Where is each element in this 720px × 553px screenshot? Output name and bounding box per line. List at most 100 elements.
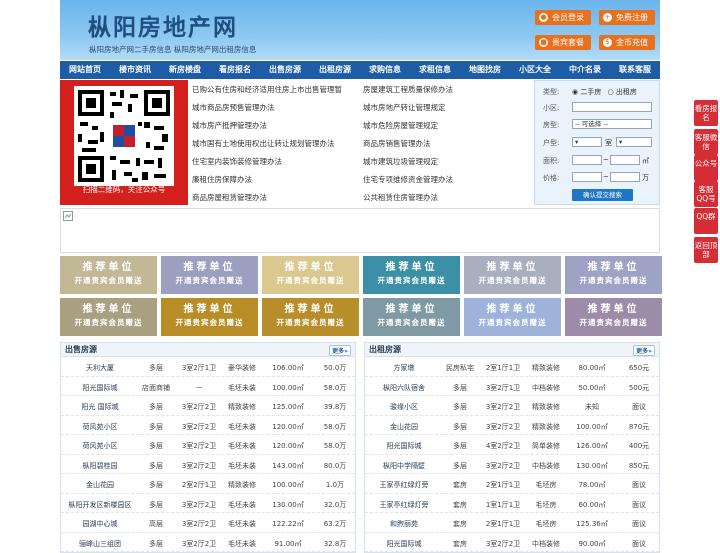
recommended-unit-slot[interactable]: 推荐单位 开通贵宾会员赠送 xyxy=(60,256,157,294)
register-button[interactable]: + 免费注册 xyxy=(599,10,655,25)
side-tab[interactable]: QQ群 xyxy=(694,208,718,234)
listing-name[interactable]: 枞阳中学隔壁 xyxy=(365,461,443,471)
listing-name[interactable]: 阳光国际城 xyxy=(61,383,139,393)
nav-agencies[interactable]: 中介名录 xyxy=(560,61,610,79)
room-select[interactable]: ▾ xyxy=(572,137,602,147)
listing-name[interactable]: 荷风苑小区 xyxy=(61,441,139,451)
listing-name[interactable]: 方家墩 xyxy=(365,363,443,373)
side-tab[interactable]: 看房报名 xyxy=(694,100,718,126)
law-link[interactable]: 住宅专项维修资金管理办法 xyxy=(363,174,453,185)
law-link[interactable]: 已购公有住房和经济适用住房上市出售管理暂 xyxy=(192,84,342,95)
listing-row[interactable]: 方家墩 民房私宅 2室1厅1卫 精致装修 80.00㎡ 650元 xyxy=(365,357,659,377)
listing-row[interactable]: 园湖中心城 高层 3室2厅2卫 毛坯未装 122.22㎡ 63.2万 xyxy=(61,513,355,533)
law-link[interactable]: 商品房屋租赁管理办法 xyxy=(192,192,267,203)
hall-select[interactable]: ▾ xyxy=(616,137,652,147)
side-tab[interactable]: 客服微信 xyxy=(694,129,718,155)
side-tab[interactable]: 客服QQ号 xyxy=(694,181,718,207)
recommended-unit-slot[interactable]: 推荐单位 开通贵宾会员赠送 xyxy=(464,298,561,336)
listing-row[interactable]: 枞阳六队宿舍 多层 3室2厅1卫 中档装修 50.00㎡ 500元 xyxy=(365,377,659,396)
listing-row[interactable]: 枞阳开发区新楼园区 多层 3室2厅2卫 毛坯未装 130.00㎡ 32.0万 xyxy=(61,494,355,513)
listing-row[interactable]: 阳光国际城 多层 4室2厅2卫 简单装修 126.00㎡ 400元 xyxy=(365,435,659,455)
recommended-unit-slot[interactable]: 推荐单位 开通贵宾会员赠送 xyxy=(60,298,157,336)
listing-name[interactable]: 阳光 国际城 xyxy=(61,402,139,412)
recommended-unit-slot[interactable]: 推荐单位 开通贵宾会员赠送 xyxy=(262,256,359,294)
listing-row[interactable]: 阳光国际城 店面商铺 — 毛坯未装 100.00㎡ 58.0万 xyxy=(61,377,355,396)
side-tab[interactable]: 公众号 xyxy=(694,155,718,181)
vip-package-button[interactable]: ■ 贵宾套餐 xyxy=(535,35,591,50)
radio-secondhand[interactable]: ◉ 二手房 xyxy=(572,88,601,96)
rent-more-link[interactable]: 更多» xyxy=(633,345,655,356)
listing-row[interactable]: 阳光 国际城 多层 3室2厅2卫 精致装修 125.00㎡ 39.8万 xyxy=(61,396,355,416)
nav-want-to-buy[interactable]: 求购信息 xyxy=(360,61,410,79)
listing-name[interactable]: 和煦丽苑 xyxy=(365,519,443,529)
law-link[interactable]: 城市房产抵押管理办法 xyxy=(192,120,267,131)
listing-name[interactable]: 枞阳开发区新楼园区 xyxy=(61,500,139,510)
nav-communities[interactable]: 小区大全 xyxy=(510,61,560,79)
listing-name[interactable]: 金山花园 xyxy=(61,480,139,490)
search-submit-button[interactable]: 确认提交搜索 xyxy=(572,189,633,201)
law-link[interactable]: 城市商品房预售管理办法 xyxy=(192,102,275,113)
listing-row[interactable]: 枞阳中学隔壁 多层 3室2厅2卫 中档装修 130.00㎡ 850元 xyxy=(365,455,659,474)
recommended-unit-slot[interactable]: 推荐单位 开通贵宾会员赠送 xyxy=(161,256,258,294)
listing-row[interactable]: 天利大厦 多层 3室2厅1卫 豪华装修 106.00㎡ 50.0万 xyxy=(61,357,355,377)
recommended-unit-slot[interactable]: 推荐单位 开通贵宾会员赠送 xyxy=(363,256,460,294)
area-max-input[interactable] xyxy=(610,155,640,165)
radio-rental[interactable]: ○ 出租房 xyxy=(608,88,637,96)
listing-row[interactable]: 和煦丽苑 套房 2室1厅1卫 毛坯房 125.36㎡ 面议 xyxy=(365,513,659,533)
banner-placeholder[interactable] xyxy=(60,208,660,253)
sale-more-link[interactable]: 更多» xyxy=(329,345,351,356)
law-link[interactable]: 房屋建筑工程质量保修办法 xyxy=(363,84,453,95)
price-max-input[interactable] xyxy=(610,172,640,182)
listing-row[interactable]: 骏缘小区 多层 3室2厅2卫 精致装修 未知 面议 xyxy=(365,396,659,416)
listing-row[interactable]: 王家亭红绿灯旁 套房 2室1厅1卫 毛坯房 78.00㎡ 面议 xyxy=(365,474,659,494)
nav-home[interactable]: 网站首页 xyxy=(60,61,110,79)
recommended-unit-slot[interactable]: 推荐单位 开通贵宾会员赠送 xyxy=(565,298,662,336)
listing-name[interactable]: 园湖中心城 xyxy=(61,519,139,529)
law-link[interactable]: 商品房销售管理办法 xyxy=(363,138,431,149)
recommended-unit-slot[interactable]: 推荐单位 开通贵宾会员赠送 xyxy=(565,256,662,294)
listing-name[interactable]: 王家亭红绿灯旁 xyxy=(365,480,443,490)
listing-row[interactable]: 王家亭红绿灯旁 套房 1室1厅1卫 毛坯房 60.00㎡ 面议 xyxy=(365,494,659,513)
area-min-input[interactable] xyxy=(572,155,602,165)
listing-name[interactable]: 阳光国际城 xyxy=(365,441,443,451)
nav-for-sale[interactable]: 出售房源 xyxy=(260,61,310,79)
listing-name[interactable]: 金山花园 xyxy=(365,422,443,432)
listing-name[interactable]: 枞阳碧桂园 xyxy=(61,461,139,471)
law-link[interactable]: 廉租住房保障办法 xyxy=(192,174,252,185)
nav-viewing-signup[interactable]: 看房报名 xyxy=(210,61,260,79)
listing-row[interactable]: 金山花园 多层 2室2厅1卫 精致装修 100.00㎡ 1.0万 xyxy=(61,474,355,494)
listing-name[interactable]: 骏缘小区 xyxy=(365,402,443,412)
price-min-input[interactable] xyxy=(572,172,602,182)
site-title[interactable]: 枞阳房地产网 xyxy=(88,8,238,42)
nav-for-rent[interactable]: 出租房源 xyxy=(310,61,360,79)
listing-name[interactable]: 荷风苑小区 xyxy=(61,422,139,432)
recommended-unit-slot[interactable]: 推荐单位 开通贵宾会员赠送 xyxy=(262,298,359,336)
law-link[interactable]: 公共租赁住房管理办法 xyxy=(363,192,438,203)
law-link[interactable]: 城市房地产转让管理规定 xyxy=(363,102,446,113)
nav-support[interactable]: 联系客服 xyxy=(610,61,660,79)
side-tab[interactable]: 返回顶部 xyxy=(694,237,718,263)
login-button[interactable]: ● 会员登录 xyxy=(535,10,591,25)
recommended-unit-slot[interactable]: 推荐单位 开通贵宾会员赠送 xyxy=(161,298,258,336)
listing-name[interactable]: 枞阳六队宿舍 xyxy=(365,383,443,393)
listing-row[interactable]: 阳光国际城 套房 3室2厅2卫 中档装修 90.00㎡ 面议 xyxy=(365,533,659,552)
law-link[interactable]: 城市建筑垃圾管理规定 xyxy=(363,156,438,167)
listing-name[interactable]: 骊峰山三组团 xyxy=(61,539,139,549)
nav-map[interactable]: 地图找房 xyxy=(460,61,510,79)
law-link[interactable]: 住宅室内装饰装修管理办法 xyxy=(192,156,282,167)
house-type-select[interactable]: -- 可选择 -- xyxy=(572,119,652,129)
listing-row[interactable]: 荷风苑小区 多层 3室2厅2卫 毛坯未装 120.00㎡ 58.0万 xyxy=(61,416,355,435)
nav-news[interactable]: 楼市资讯 xyxy=(110,61,160,79)
listing-name[interactable]: 阳光国际城 xyxy=(365,539,443,549)
listing-row[interactable]: 金山花园 多层 3室2厅2卫 精致装修 100.00㎡ 870元 xyxy=(365,416,659,435)
listing-name[interactable]: 王家亭红绿灯旁 xyxy=(365,500,443,510)
recommended-unit-slot[interactable]: 推荐单位 开通贵宾会员赠送 xyxy=(363,298,460,336)
recharge-button[interactable]: $ 金币充值 xyxy=(599,35,655,50)
nav-new-homes[interactable]: 新房楼盘 xyxy=(160,61,210,79)
listing-name[interactable]: 天利大厦 xyxy=(61,363,139,373)
law-link[interactable]: 城市国有土地使用权出让转让规划管理办法 xyxy=(192,138,335,149)
listing-row[interactable]: 骊峰山三组团 多层 3室2厅2卫 毛坯未装 91.00㎡ 32.8万 xyxy=(61,533,355,552)
nav-want-to-rent[interactable]: 求租信息 xyxy=(410,61,460,79)
recommended-unit-slot[interactable]: 推荐单位 开通贵宾会员赠送 xyxy=(464,256,561,294)
listing-row[interactable]: 枞阳碧桂园 多层 3室2厅2卫 毛坯未装 143.00㎡ 80.0万 xyxy=(61,455,355,474)
